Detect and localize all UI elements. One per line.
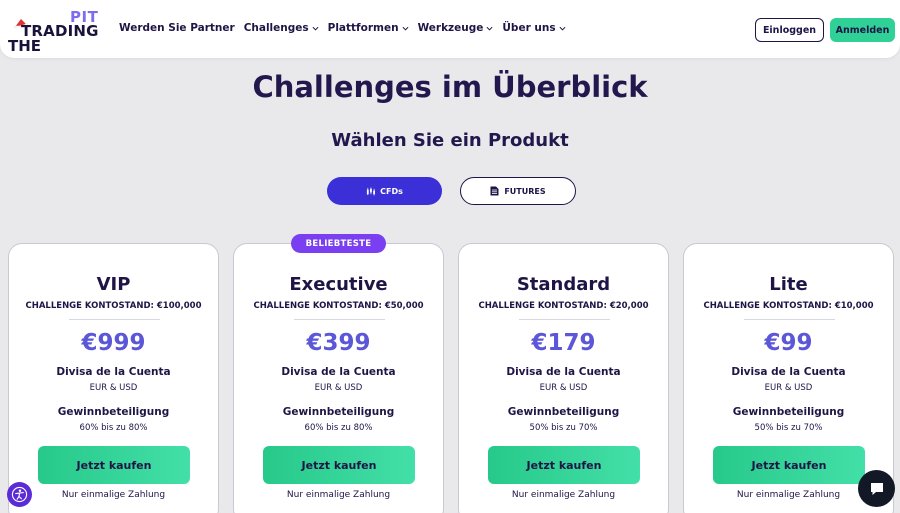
card-currency-value: EUR & USD <box>89 383 138 393</box>
card-title: VIP <box>96 274 131 295</box>
card-price: €179 <box>531 330 596 356</box>
card-divider <box>519 319 610 320</box>
page-title: Challenges im Überblick <box>252 70 648 104</box>
card-price: €999 <box>81 330 146 356</box>
nav-item-label: Werden Sie Partner <box>119 22 235 34</box>
nav-item-werkzeuge[interactable]: Werkzeuge <box>418 22 494 34</box>
main-nav: Werden Sie Partner Challenges Plattforme… <box>119 22 575 34</box>
logo-the-text: THE <box>8 37 42 55</box>
card-currency-label: Divisa de la Cuenta <box>281 366 396 378</box>
most-popular-badge: BELIEBTESTE <box>291 234 386 253</box>
nav-item-ueber-uns[interactable]: Über uns <box>502 22 566 34</box>
card-balance: CHALLENGE KONTOSTAND: €10,000 <box>703 301 874 311</box>
card-payment-note: Nur einmalige Zahlung <box>511 490 616 500</box>
chevron-down-icon <box>402 26 409 31</box>
buy-now-button[interactable]: Jetzt kaufen <box>713 446 865 484</box>
card-profit-label: Gewinnbeteiligung <box>282 406 395 418</box>
card-profit-value: 50% bis zu 70% <box>754 423 823 433</box>
candlestick-icon <box>367 186 376 196</box>
card-balance: CHALLENGE KONTOSTAND: €50,000 <box>253 301 424 311</box>
card-payment-note: Nur einmalige Zahlung <box>286 490 391 500</box>
card-currency-label: Divisa de la Cuenta <box>56 366 171 378</box>
document-icon <box>490 186 499 196</box>
card-divider <box>744 319 835 320</box>
product-card-executive: Executive CHALLENGE KONTOSTAND: €50,000 … <box>233 243 444 513</box>
tab-futures-label: FUTURES <box>504 186 546 196</box>
card-title: Standard <box>516 274 611 295</box>
card-price: €399 <box>306 330 371 356</box>
chevron-down-icon <box>312 26 319 31</box>
chevron-down-icon <box>559 26 566 31</box>
buy-now-button[interactable]: Jetzt kaufen <box>488 446 640 484</box>
card-currency-value: EUR & USD <box>539 383 588 393</box>
buy-now-button[interactable]: Jetzt kaufen <box>38 446 190 484</box>
login-button[interactable]: Einloggen <box>755 18 824 42</box>
nav-item-label: Challenges <box>243 22 309 34</box>
the-trading-pit-logo[interactable]: PIT TRADING THE <box>8 8 108 55</box>
card-title: Executive <box>289 274 388 295</box>
product-card-standard: Standard CHALLENGE KONTOSTAND: €20,000 €… <box>458 243 669 513</box>
card-price: €99 <box>764 330 813 356</box>
nav-item-label: Über uns <box>502 22 556 34</box>
card-currency-value: EUR & USD <box>314 383 363 393</box>
card-currency-label: Divisa de la Cuenta <box>506 366 621 378</box>
page-subtitle: Wählen Sie ein Produkt <box>331 130 569 151</box>
chevron-down-icon <box>486 26 493 31</box>
nav-item-partner[interactable]: Werden Sie Partner <box>119 22 235 34</box>
card-balance: CHALLENGE KONTOSTAND: €100,000 <box>25 301 202 311</box>
product-card-vip: VIP CHALLENGE KONTOSTAND: €100,000 €999 … <box>8 243 219 513</box>
buy-now-button[interactable]: Jetzt kaufen <box>263 446 415 484</box>
card-profit-label: Gewinnbeteiligung <box>57 406 170 418</box>
card-profit-label: Gewinnbeteiligung <box>732 406 845 418</box>
tab-cfds-label: CFDs <box>380 186 403 196</box>
site-header: PIT TRADING THE Werden Sie Partner Chall… <box>0 0 900 58</box>
product-card-lite: Lite CHALLENGE KONTOSTAND: €10,000 €99 D… <box>683 243 894 513</box>
nav-item-label: Werkzeuge <box>417 22 484 34</box>
card-profit-value: 60% bis zu 80% <box>304 423 373 433</box>
accessibility-button[interactable] <box>7 482 32 507</box>
card-balance: CHALLENGE KONTOSTAND: €20,000 <box>478 301 649 311</box>
accessibility-icon <box>11 486 28 503</box>
nav-item-plattformen[interactable]: Plattformen <box>328 22 409 34</box>
card-profit-label: Gewinnbeteiligung <box>507 406 620 418</box>
card-profit-value: 50% bis zu 70% <box>529 423 598 433</box>
nav-item-challenges[interactable]: Challenges <box>244 22 319 34</box>
chat-icon <box>870 482 883 495</box>
tab-futures[interactable]: FUTURES <box>460 177 576 205</box>
card-currency-label: Divisa de la Cuenta <box>731 366 846 378</box>
card-currency-value: EUR & USD <box>764 383 813 393</box>
card-payment-note: Nur einmalige Zahlung <box>61 490 166 500</box>
nav-item-label: Plattformen <box>327 22 399 34</box>
card-profit-value: 60% bis zu 80% <box>79 423 148 433</box>
card-divider <box>294 319 385 320</box>
tab-cfds[interactable]: CFDs <box>327 177 442 205</box>
card-divider <box>69 319 160 320</box>
signup-button[interactable]: Anmelden <box>830 18 895 42</box>
chat-button[interactable] <box>858 470 895 507</box>
card-title: Lite <box>769 274 808 295</box>
